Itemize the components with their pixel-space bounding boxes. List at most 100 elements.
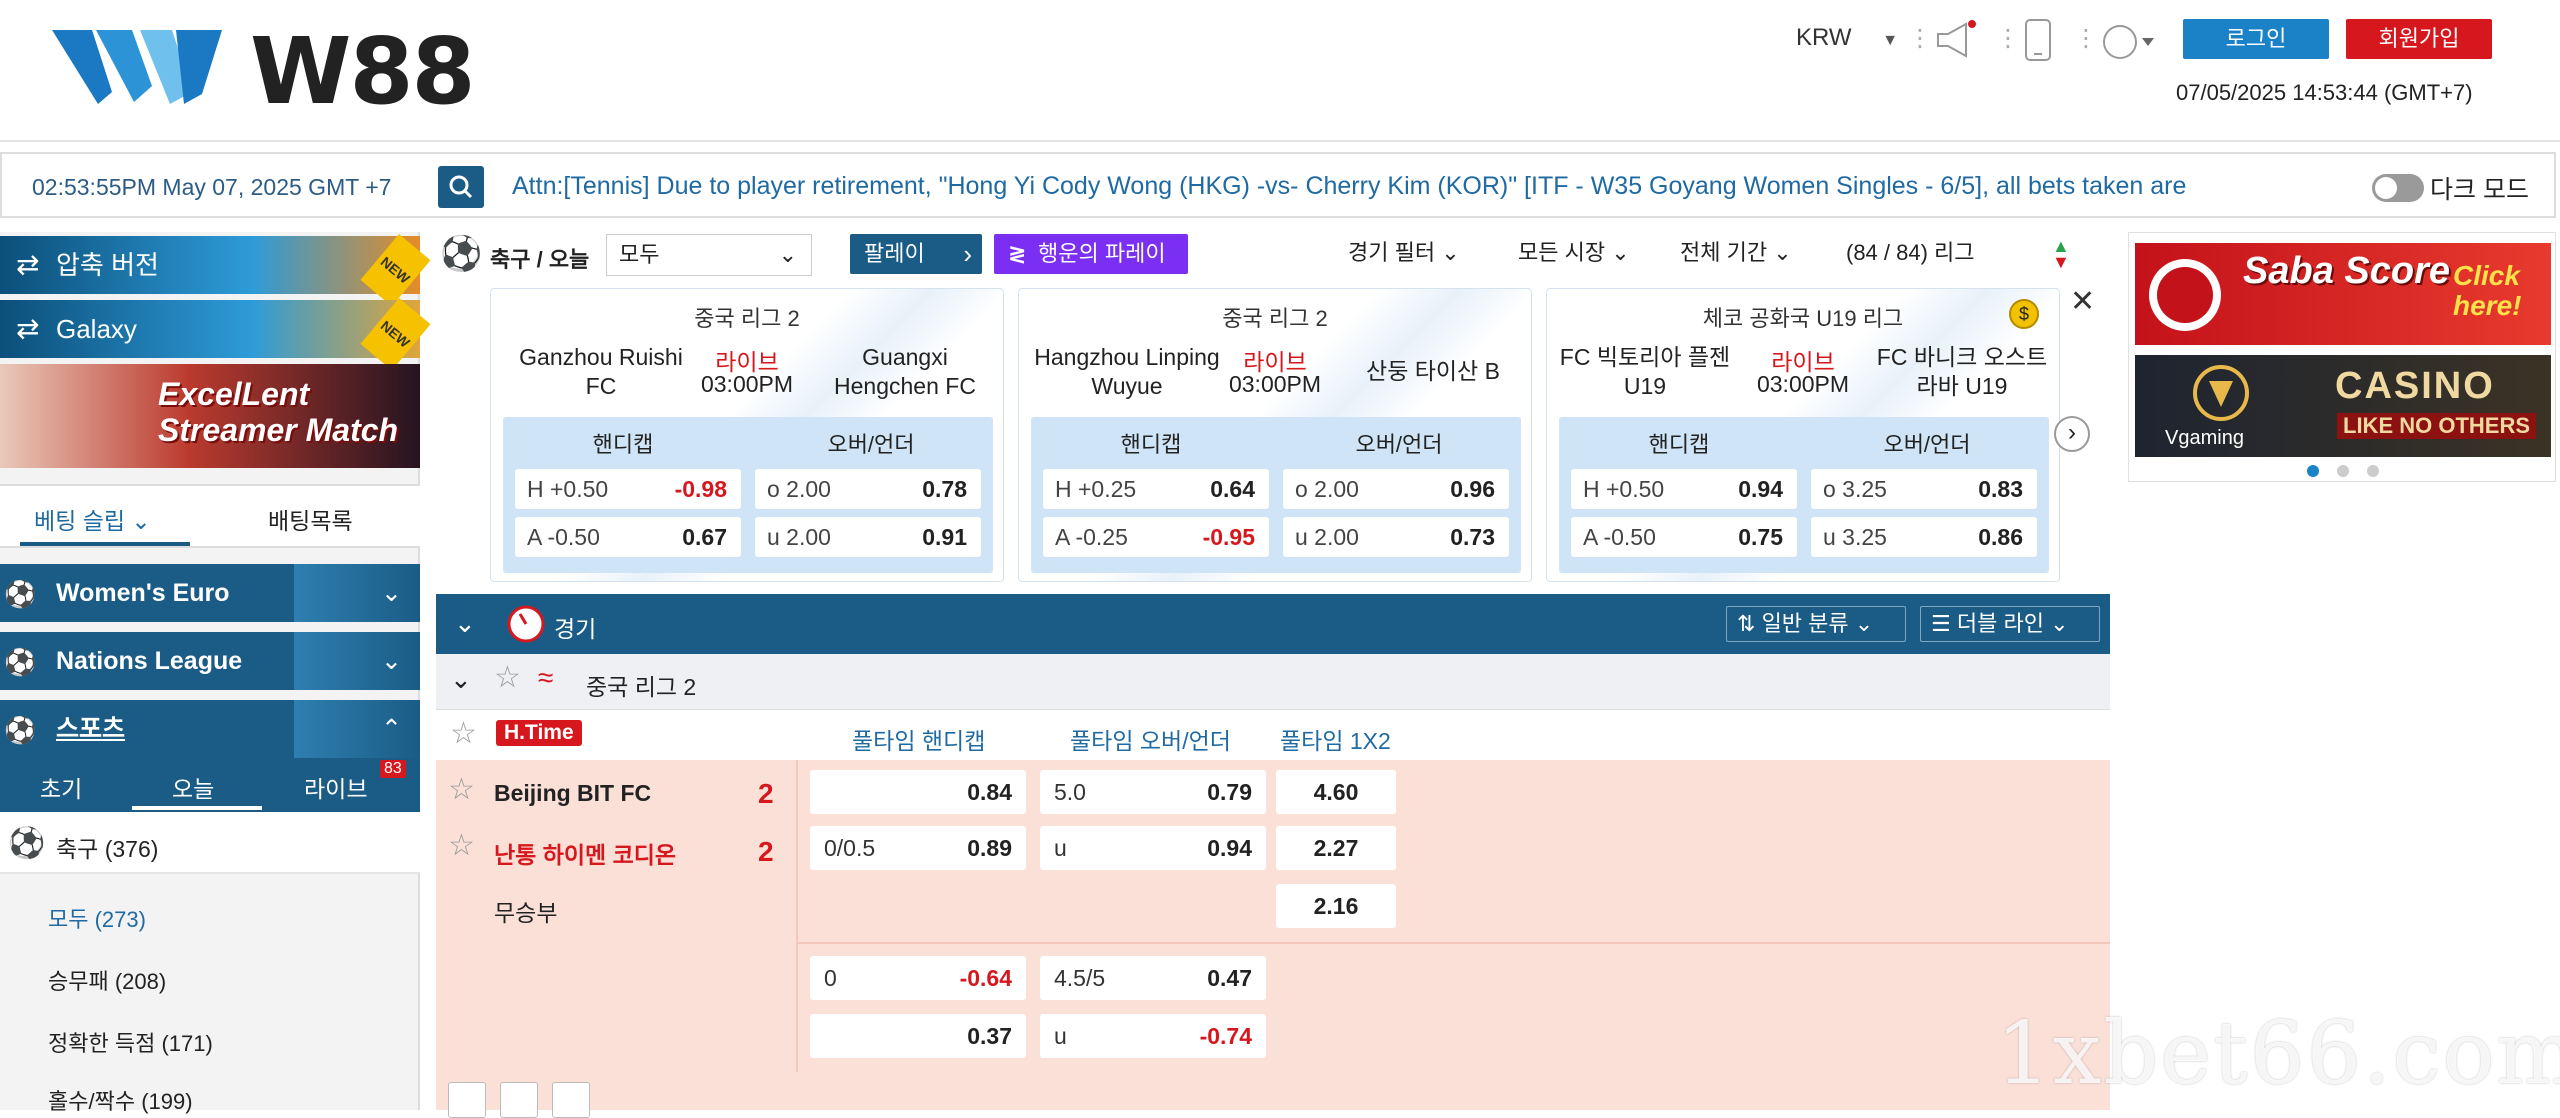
odds-cell[interactable]: 5.0 0.79 [1040, 770, 1266, 814]
sidebar-item-soccer[interactable]: ⚽ 축구 (376) [0, 812, 420, 874]
carousel-dot-active[interactable] [2307, 465, 2319, 477]
carousel-dot[interactable] [2337, 465, 2349, 477]
announcement-icon[interactable] [1934, 18, 1978, 69]
odds-cell[interactable]: o 2.00 0.78 [755, 469, 981, 509]
odds-line: H +0.25 [1055, 476, 1137, 502]
chevron-down-icon: ⌄ [381, 647, 402, 675]
odds-cell[interactable]: A -0.50 0.75 [1571, 517, 1797, 557]
soccer-label: 축구 (376) [56, 830, 158, 864]
market-select[interactable]: 모두 ⌄ [606, 234, 812, 276]
game-filter-button[interactable]: 경기 필터 ⌄ [1336, 234, 1486, 274]
league-count-button[interactable]: (84 / 84) 리그 [1834, 234, 2004, 274]
saba-score-banner[interactable]: Saba Score Click here! [2135, 243, 2551, 345]
header-datetime: 07/05/2025 14:53:44 (GMT+7) [2176, 80, 2473, 105]
market-item-all[interactable]: 모두 (273) [48, 902, 146, 934]
live-field-icon[interactable] [448, 1082, 486, 1118]
compressed-version-banner[interactable]: ⇄ 압축 버전 NEW [0, 233, 431, 307]
sidebar-item-womens-euro[interactable]: ⚽ Women's Euro ⌄ [0, 564, 420, 622]
odds-cell[interactable]: 0 -0.64 [810, 956, 1026, 1000]
galaxy-banner[interactable]: ⇄ Galaxy NEW [0, 297, 431, 371]
odds-cell[interactable]: 0/0.5 0.89 [810, 826, 1026, 870]
tab-early[interactable]: 초기 [40, 770, 82, 804]
star-icon[interactable]: ☆ [450, 716, 477, 751]
odds-value: 0.94 [1207, 835, 1252, 861]
signup-button[interactable]: 회원가입 [2346, 19, 2492, 59]
odds-cell[interactable]: o 3.25 0.83 [1811, 469, 2037, 509]
filter-label: 전체 기간 [1680, 240, 1768, 265]
match-card[interactable]: 체코 공화국 U19 리그 $ FC 빅토리아 플젠 U19 라이브 03:00… [1546, 288, 2060, 582]
chevron-down-icon[interactable]: ⌄ [450, 664, 472, 695]
match-card[interactable]: 중국 리그 2 Ganzhou Ruishi FC 라이브 03:00PM Gu… [490, 288, 1004, 582]
dark-mode-toggle[interactable] [2372, 174, 2424, 202]
odds-cell[interactable]: 2.27 [1276, 826, 1396, 870]
streamer-match-banner[interactable]: ExcelLent Streamer Match [0, 364, 420, 468]
odds-cell[interactable]: u 2.00 0.91 [755, 517, 981, 557]
line-view-select[interactable]: ☰ 더블 라인 ⌄ [1920, 606, 2100, 642]
sort-icon: ⇅ [1737, 611, 1756, 636]
odds-cell[interactable]: H +0.50 0.94 [1571, 469, 1797, 509]
login-button[interactable]: 로그인 [2183, 19, 2329, 59]
sidebar-item-nations-league[interactable]: ⚽ Nations League ⌄ [0, 632, 420, 690]
match-card[interactable]: 중국 리그 2 Hangzhou Linping Wuyue 라이브 03:00… [1018, 288, 1532, 582]
odds-value: 0.47 [1207, 965, 1252, 991]
watermark-text: 1xbet66.com [1996, 1004, 2560, 1104]
bar-chart-icon[interactable] [552, 1082, 590, 1118]
odds-cell[interactable]: 4.5/5 0.47 [1040, 956, 1266, 1000]
odds-cell[interactable]: 0.84 [810, 770, 1026, 814]
close-icon[interactable]: ✕ [2070, 284, 2095, 319]
currency-select[interactable]: KRW ▼ [1796, 24, 1898, 52]
odds-line: u 3.25 [1823, 524, 1887, 550]
star-icon[interactable]: ☆ [494, 660, 521, 695]
chevron-down-icon[interactable]: ⌄ [454, 608, 476, 639]
stats-list-icon[interactable] [500, 1082, 538, 1118]
odds-cell[interactable]: H +0.50 -0.98 [515, 469, 741, 509]
star-icon[interactable]: ☆ [448, 772, 475, 807]
language-select[interactable] [2100, 22, 2160, 69]
odds-cell[interactable]: A -0.50 0.67 [515, 517, 741, 557]
ticker-message[interactable]: Attn:[Tennis] Due to player retirement, … [512, 172, 2312, 201]
home-team: Beijing BIT FC [494, 780, 652, 806]
carousel-dot[interactable] [2367, 465, 2379, 477]
sort-arrows-icon[interactable]: ▲ ▼ [2052, 237, 2070, 271]
tab-betlist[interactable]: 배팅목록 [268, 502, 353, 536]
odds-cell[interactable]: A -0.25 -0.95 [1043, 517, 1269, 557]
tab-today[interactable]: 오늘 [172, 770, 214, 804]
sort-select[interactable]: ⇅ 일반 분류 ⌄ [1726, 606, 1906, 642]
league-row[interactable]: ⌄ ☆ ≈ 중국 리그 2 [436, 654, 2110, 710]
soccer-icon: ⚽ [4, 715, 37, 745]
market-item-odd-even[interactable]: 홀수/짝수 (199) [48, 1084, 193, 1116]
filter-label: 경기 필터 [1348, 240, 1436, 265]
odds-line: o 2.00 [767, 476, 831, 502]
odds-cell[interactable]: 0.37 [810, 1014, 1026, 1058]
odds-cell[interactable]: u 3.25 0.86 [1811, 517, 2037, 557]
china-league-icon: ≈ [538, 662, 554, 693]
full-time-button[interactable]: 전체 기간 ⌄ [1668, 234, 1814, 274]
card-home-team: Ganzhou Ruishi FC [519, 344, 683, 399]
market-item-correct-score[interactable]: 정확한 득점 (171) [48, 1026, 213, 1058]
market-item-1x2[interactable]: 승무패 (208) [48, 964, 166, 996]
vgaming-casino-banner[interactable]: Vgaming CASINO LIKE NO OTHERS [2135, 355, 2551, 457]
saba-title: Saba Score [2243, 250, 2450, 292]
odds-cell[interactable]: 4.60 [1276, 770, 1396, 814]
all-markets-button[interactable]: 모든 시장 ⌄ [1506, 234, 1652, 274]
sport-time-tabs: 초기 오늘 라이브 83 [0, 758, 420, 812]
odds-cell[interactable]: 2.16 [1276, 884, 1396, 928]
odds-cell[interactable]: o 2.00 0.96 [1283, 469, 1509, 509]
odds-cell[interactable]: H +0.25 0.64 [1043, 469, 1269, 509]
games-title: 경기 [554, 616, 597, 642]
mobile-icon[interactable] [2024, 18, 2052, 69]
tab-live[interactable]: 라이브 [304, 770, 367, 804]
lucky-parlay-button[interactable]: ≷ 행운의 파레이 [994, 234, 1188, 274]
sidebar-item-label: 스포츠 [56, 715, 126, 743]
odds-cell[interactable]: u -0.74 [1040, 1014, 1266, 1058]
odds-value: -0.64 [959, 965, 1012, 991]
odds-cell[interactable]: u 0.94 [1040, 826, 1266, 870]
search-button[interactable] [438, 166, 484, 208]
market-count: (199) [141, 1089, 193, 1114]
parlay-button[interactable]: 팔레이 › [850, 234, 982, 274]
star-icon[interactable]: ☆ [448, 828, 475, 863]
odds-cell[interactable]: u 2.00 0.73 [1283, 517, 1509, 557]
carousel-next-button[interactable]: › [2054, 416, 2090, 452]
tab-betslip[interactable]: 베팅 슬립 ⌄ [34, 502, 151, 536]
sidebar-item-sports[interactable]: ⚽ 스포츠 ⌃ [0, 700, 420, 758]
